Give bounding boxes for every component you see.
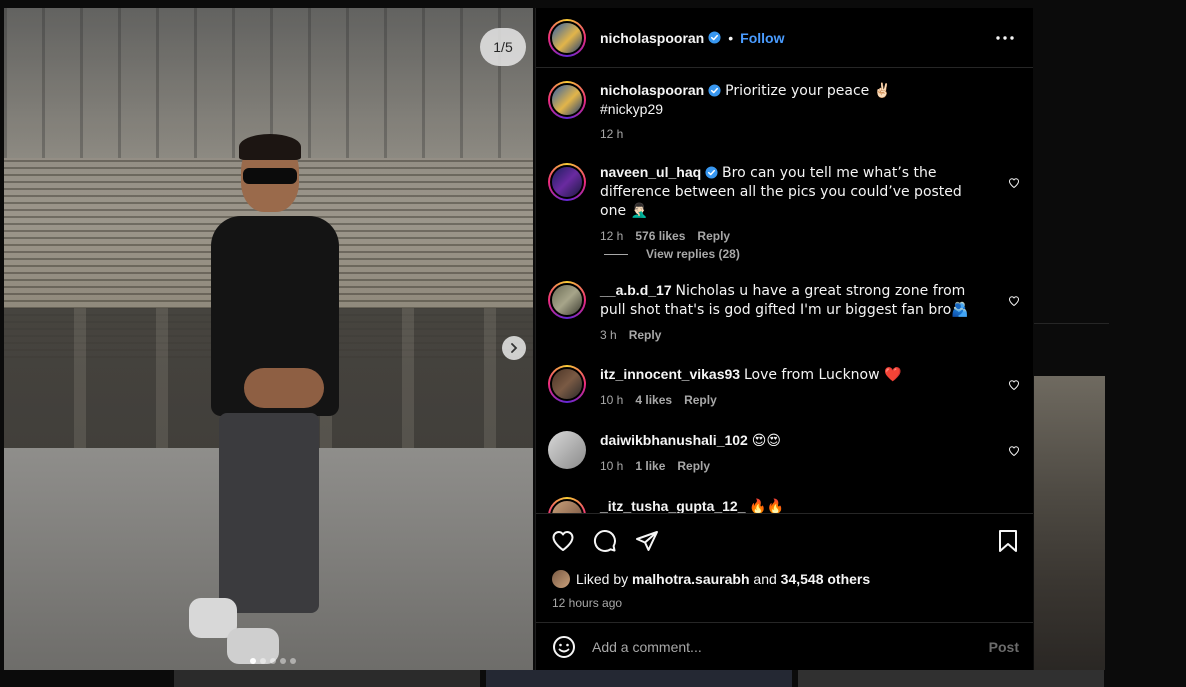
comment-bubble-icon xyxy=(594,530,616,552)
like-comment-heart-icon[interactable] xyxy=(1008,177,1020,189)
post-caption: nicholaspooran Prioritize your peace ✌🏻 … xyxy=(548,81,1022,143)
share-button[interactable] xyxy=(634,528,660,554)
reply-button[interactable]: Reply xyxy=(677,457,710,475)
like-comment-heart-icon[interactable] xyxy=(1008,295,1020,307)
reply-button[interactable]: Reply xyxy=(629,326,662,344)
caption-hashtag[interactable]: #nickyp29 xyxy=(600,100,990,118)
post-header: nicholaspooran • Follow xyxy=(536,8,1033,68)
commenter-avatar[interactable] xyxy=(548,163,586,201)
carousel-dot xyxy=(270,658,276,664)
follow-button[interactable]: Follow xyxy=(740,30,784,46)
comment-item: daiwikbhanushali_102 😍😍 10 h 1 like Repl… xyxy=(548,431,1033,475)
comment-time: 12 h xyxy=(600,229,624,243)
post-timestamp[interactable]: 12 hours ago xyxy=(552,596,622,610)
background-post-thumbnail[interactable] xyxy=(174,670,480,687)
comment-username[interactable]: __a.b.d_17 xyxy=(600,282,672,298)
emoji-smiley-icon[interactable] xyxy=(552,635,576,659)
view-replies-label: View replies (28) xyxy=(646,247,740,261)
liked-by-user[interactable]: malhotra.saurabh xyxy=(632,571,749,587)
verified-badge-icon xyxy=(705,166,718,179)
comment-button[interactable] xyxy=(592,528,618,554)
chevron-right-icon xyxy=(511,343,518,353)
background-divider xyxy=(1034,323,1109,324)
like-button[interactable] xyxy=(550,528,576,554)
comment-time: 10 h xyxy=(600,393,624,407)
comment-username[interactable]: daiwikbhanushali_102 xyxy=(600,432,748,448)
save-button[interactable] xyxy=(995,528,1021,554)
heart-icon xyxy=(552,531,574,551)
caption-username[interactable]: nicholaspooran xyxy=(600,82,704,98)
post-comment-button[interactable]: Post xyxy=(989,639,1019,655)
replies-line xyxy=(604,253,628,255)
separator-dot: • xyxy=(728,29,734,46)
bookmark-icon xyxy=(999,530,1017,552)
like-comment-heart-icon[interactable] xyxy=(1008,379,1020,391)
image-counter: 1/5 xyxy=(480,28,526,66)
carousel-indicator xyxy=(250,658,296,664)
comment-item: naveen_ul_haq Bro can you tell me what’s… xyxy=(548,163,1033,245)
post-image[interactable]: 1/5 xyxy=(4,8,533,670)
caption-text: Prioritize your peace ✌🏻 xyxy=(725,83,892,99)
carousel-dot xyxy=(250,658,256,664)
comment-text: 😍😍 xyxy=(751,433,781,449)
view-replies-button[interactable]: View replies (28) xyxy=(604,247,740,261)
verified-badge-icon xyxy=(708,31,721,44)
comments-list[interactable]: nicholaspooran Prioritize your peace ✌🏻 … xyxy=(536,69,1033,513)
comment-likes[interactable]: 1 like xyxy=(635,457,665,475)
send-paper-plane-icon xyxy=(636,531,658,551)
comment-item: itz_innocent_vikas93 Love from Lucknow ❤… xyxy=(548,365,1033,409)
commenter-avatar[interactable] xyxy=(548,431,586,469)
commenter-avatar[interactable] xyxy=(548,497,586,513)
comment-username[interactable]: itz_innocent_vikas93 xyxy=(600,366,740,382)
comment-text: Love from Lucknow ❤️ xyxy=(743,367,902,383)
reply-button[interactable]: Reply xyxy=(697,227,730,245)
carousel-dot xyxy=(290,658,296,664)
more-options-button[interactable] xyxy=(993,28,1017,48)
liked-by-joiner: and xyxy=(753,571,777,587)
comment-likes[interactable]: 4 likes xyxy=(635,391,672,409)
next-image-button[interactable] xyxy=(502,336,526,360)
comment-item: __a.b.d_17 Nicholas u have a great stron… xyxy=(548,281,1033,344)
liked-by-summary[interactable]: Liked by malhotra.saurabh and 34,548 oth… xyxy=(552,570,870,588)
add-comment-bar: Post xyxy=(536,622,1033,671)
verified-badge-icon xyxy=(708,84,721,97)
comment-time: 10 h xyxy=(600,459,624,473)
comment-time: 3 h xyxy=(600,328,617,342)
like-comment-heart-icon[interactable] xyxy=(1008,445,1020,457)
background-post-thumbnail[interactable] xyxy=(798,670,1104,687)
post-actions: Liked by malhotra.saurabh and 34,548 oth… xyxy=(536,513,1033,670)
more-horizontal-icon xyxy=(996,36,1014,40)
author-avatar[interactable] xyxy=(548,18,586,57)
image-person xyxy=(189,134,349,668)
comment-username[interactable]: naveen_ul_haq xyxy=(600,164,701,180)
commenter-avatar[interactable] xyxy=(548,281,586,319)
comment-text: 🔥🔥 xyxy=(749,499,785,513)
comment-item: _itz_tusha_gupta_12_ 🔥🔥 xyxy=(548,497,1033,513)
background-post-thumbnail[interactable] xyxy=(1034,376,1105,670)
carousel-dot xyxy=(260,658,266,664)
background-post-thumbnail[interactable] xyxy=(486,670,792,687)
author-avatar[interactable] xyxy=(548,81,586,119)
comment-username[interactable]: _itz_tusha_gupta_12_ xyxy=(600,498,746,513)
liker-avatar[interactable] xyxy=(552,570,570,588)
post-detail-panel: nicholaspooran • Follow nicholaspooran P… xyxy=(535,8,1033,670)
liked-by-prefix: Liked by xyxy=(576,571,629,587)
comment-input[interactable] xyxy=(592,639,989,655)
author-username[interactable]: nicholaspooran xyxy=(600,30,704,46)
commenter-avatar[interactable] xyxy=(548,365,586,403)
reply-button[interactable]: Reply xyxy=(684,391,717,409)
carousel-dot xyxy=(280,658,286,664)
liked-by-others[interactable]: 34,548 others xyxy=(781,571,871,587)
comment-likes[interactable]: 576 likes xyxy=(635,227,685,245)
caption-time: 12 h xyxy=(600,127,624,141)
